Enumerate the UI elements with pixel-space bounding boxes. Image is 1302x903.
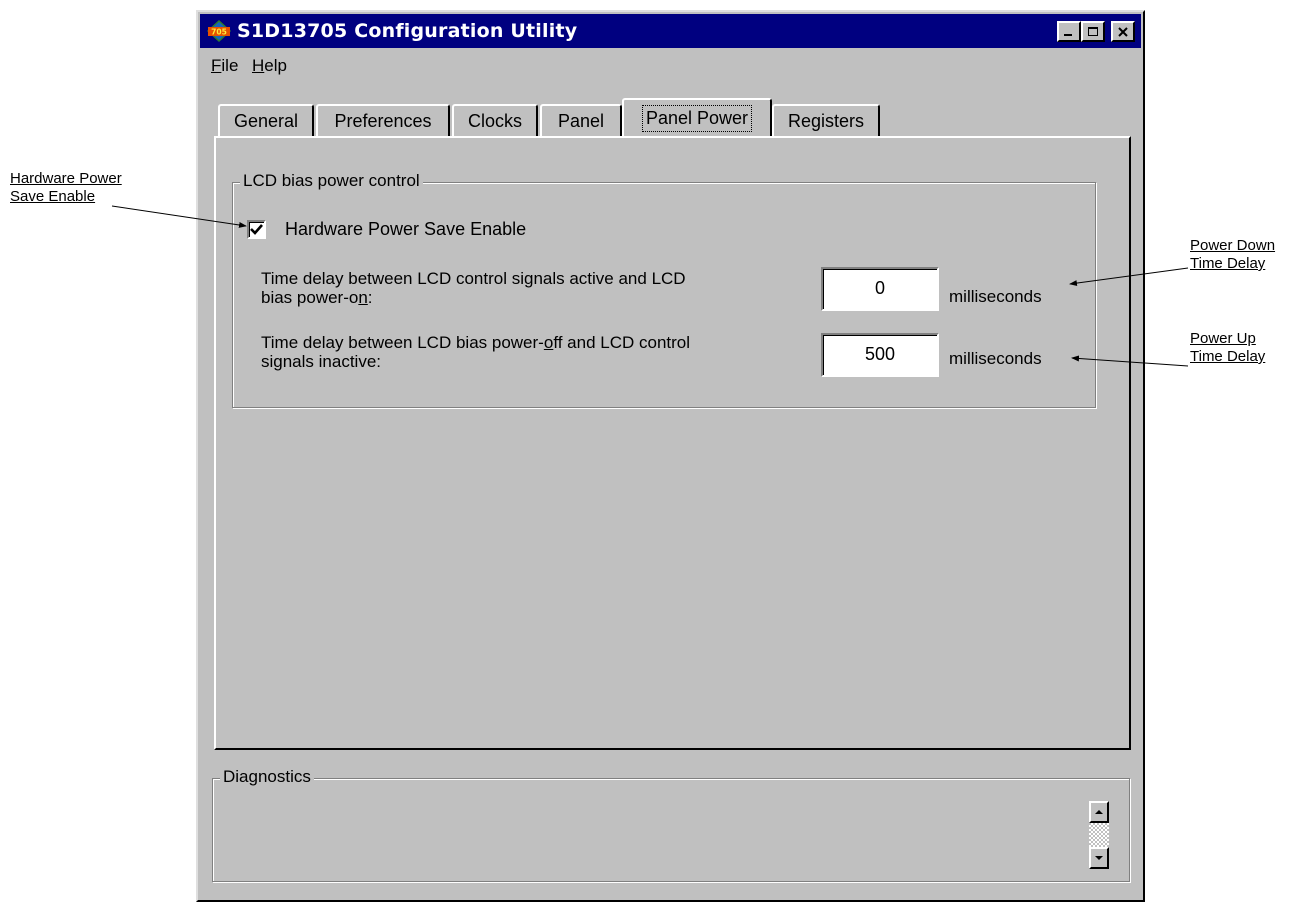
power-on-delay-line1: Time delay between LCD control signals a…: [261, 269, 686, 288]
tab-panel[interactable]: Panel: [540, 104, 622, 136]
tab-clocks[interactable]: Clocks: [452, 104, 538, 136]
power-off-delay-input[interactable]: 500: [821, 333, 939, 377]
app-logo-icon: 705: [207, 20, 231, 42]
power-on-delay-line2-post: :: [367, 288, 373, 307]
power-on-delay-unit: milliseconds: [949, 287, 1042, 306]
callout-hardware-power-save: Hardware Power Save Enable: [10, 170, 122, 206]
callout-line: Power Down: [1190, 237, 1276, 254]
menu-file[interactable]: File: [211, 56, 238, 76]
menu-help-label: elp: [264, 56, 287, 75]
tab-registers-label: Registers: [787, 110, 865, 131]
maximize-button[interactable]: [1081, 21, 1105, 42]
menu-bar: File Help: [200, 50, 1141, 80]
arrow-up-icon: [1095, 810, 1103, 814]
tab-general[interactable]: General: [218, 104, 314, 136]
tab-registers[interactable]: Registers: [772, 104, 880, 136]
power-off-delay-unit: milliseconds: [949, 349, 1042, 368]
tab-panel-power-label: Panel Power: [641, 104, 753, 132]
menu-file-label: ile: [221, 56, 239, 75]
power-on-delay-label: Time delay between LCD control signals a…: [261, 269, 686, 307]
close-icon: [1118, 26, 1128, 37]
app-logo-text: 705: [211, 28, 227, 37]
minimize-button[interactable]: [1057, 21, 1081, 42]
lcd-bias-group-title: LCD bias power control: [240, 171, 423, 191]
hardware-power-save-checkbox[interactable]: [247, 220, 266, 239]
power-off-delay-line2: signals inactive:: [261, 352, 382, 371]
scroll-down-button[interactable]: [1089, 847, 1109, 869]
close-button[interactable]: [1111, 21, 1135, 42]
power-off-delay-label: Time delay between LCD bias power-off an…: [261, 333, 690, 371]
tab-panel-power[interactable]: Panel Power: [622, 98, 772, 136]
menu-file-accel: F: [211, 56, 222, 75]
power-off-delay-line1-pre: Time delay between LCD bias power-: [261, 333, 544, 352]
callout-line: Time Delay: [1190, 255, 1266, 272]
callout-line: Hardware Power: [10, 170, 122, 187]
tab-clocks-label: Clocks: [467, 110, 522, 131]
window-title: S1D13705 Configuration Utility: [237, 20, 578, 42]
tab-general-label: General: [233, 110, 299, 131]
tab-preferences-label: Preferences: [334, 110, 432, 131]
scroll-track[interactable]: [1089, 823, 1109, 847]
checkmark-icon: [250, 224, 263, 235]
menu-help-accel: H: [252, 56, 265, 75]
power-on-delay-accel: n: [358, 288, 368, 307]
power-on-delay-line2: bias power-on:: [261, 288, 686, 307]
power-on-delay-input[interactable]: 0: [821, 267, 939, 311]
power-off-delay-accel: o: [543, 333, 554, 352]
panel-power-page: LCD bias power control Hardware Power Sa…: [214, 136, 1131, 750]
maximize-icon: [1088, 26, 1098, 36]
minimize-icon: [1064, 33, 1072, 36]
scroll-up-button[interactable]: [1089, 801, 1109, 823]
power-on-delay-line2-pre: bias power-o: [261, 288, 359, 307]
diagnostics-title: Diagnostics: [220, 767, 314, 787]
power-off-delay-line1: Time delay between LCD bias power-off an…: [261, 333, 690, 352]
diagnostics-group: Diagnostics: [212, 767, 1130, 882]
hardware-power-save-label[interactable]: Hardware Power Save Enable: [285, 220, 526, 239]
power-off-delay-line1-post: ff and LCD control: [553, 333, 691, 352]
callout-power-down: Power Down Time Delay: [1190, 237, 1275, 273]
lcd-bias-group: LCD bias power control Hardware Power Sa…: [232, 171, 1096, 408]
callout-line: Power Up: [1190, 330, 1256, 347]
tab-preferences[interactable]: Preferences: [316, 104, 450, 136]
arrow-down-icon: [1095, 856, 1103, 860]
title-bar[interactable]: 705 S1D13705 Configuration Utility: [200, 14, 1141, 48]
menu-help[interactable]: Help: [252, 56, 287, 76]
tab-panel-label: Panel: [557, 110, 605, 131]
callout-line: Save Enable: [10, 188, 96, 205]
callout-line: Time Delay: [1190, 348, 1266, 365]
callout-power-up: Power Up Time Delay: [1190, 330, 1265, 366]
